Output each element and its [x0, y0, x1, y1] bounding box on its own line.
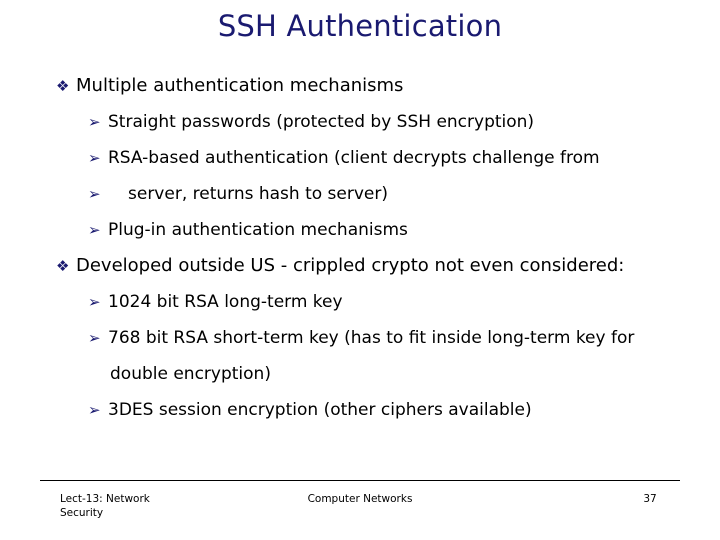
arrow-bullet-icon: ➢ — [88, 401, 101, 419]
diamond-bullet-icon: ❖ — [56, 77, 70, 95]
bullet-line: ➢ RSA-based authentication (client decryp… — [0, 140, 720, 176]
slide-footer: Lect-13: Network Security Computer Netwo… — [0, 488, 720, 536]
bullet-line: double encryption) — [0, 356, 720, 392]
arrow-bullet-icon: ➢ — [88, 113, 101, 131]
bullet-text: Straight passwords (protected by SSH enc… — [108, 112, 535, 132]
bullet-line: ❖ Developed outside US - crippled crypto … — [0, 248, 720, 284]
bullet-text: 768 bit RSA short-term key (has to fit i… — [108, 328, 635, 348]
bullet-line: ➢ Straight passwords (protected by SSH en… — [0, 104, 720, 140]
bullet-line: ➢ server, returns hash to server) — [0, 176, 720, 212]
bullet-line: ➢ 1024 bit RSA long-term key — [0, 284, 720, 320]
bullet-line: ➢ Plug-in authentication mechanisms — [0, 212, 720, 248]
bullet-text: 3DES session encryption (other ciphers a… — [108, 400, 532, 420]
footer-lecture-line2: Security — [60, 507, 104, 519]
arrow-bullet-icon: ➢ — [88, 293, 101, 311]
slide-body: ❖ Multiple authentication mechanisms ➢ Stra… — [0, 68, 720, 428]
footer-divider — [40, 480, 680, 481]
bullet-text: 1024 bit RSA long-term key — [108, 292, 343, 312]
footer-page-number: 37 — [643, 493, 657, 505]
bullet-text: Developed outside US - crippled crypto n… — [76, 255, 625, 276]
arrow-bullet-icon: ➢ — [88, 149, 101, 167]
bullet-line: ❖ Multiple authentication mechanisms — [0, 68, 720, 104]
arrow-bullet-icon: ➢ — [88, 329, 101, 347]
slide-canvas: SSH Authentication ❖ Multiple authenticat… — [0, 0, 720, 540]
page-title: SSH Authentication — [217, 9, 503, 43]
bullet-text: server, returns hash to server) — [128, 184, 389, 204]
bullet-line: ➢ 3DES session encryption (other ciphers … — [0, 392, 720, 428]
bullet-text: RSA-based authentication (client decrypt… — [108, 148, 600, 168]
bullet-text: Plug-in authentication mechanisms — [108, 220, 408, 240]
bullet-line: ➢ 768 bit RSA short-term key (has to fit … — [0, 320, 720, 356]
arrow-bullet-icon: ➢ — [88, 221, 101, 239]
footer-lecture-label: Lect-13: Network Security — [60, 492, 240, 520]
bullet-text: double encryption) — [110, 364, 271, 384]
footer-course-label: Computer Networks — [307, 493, 413, 505]
footer-lecture-line1: Lect-13: Network — [60, 493, 150, 505]
diamond-bullet-icon: ❖ — [56, 257, 70, 275]
bullet-text: Multiple authentication mechanisms — [76, 75, 404, 96]
arrow-bullet-icon: ➢ — [88, 185, 101, 203]
